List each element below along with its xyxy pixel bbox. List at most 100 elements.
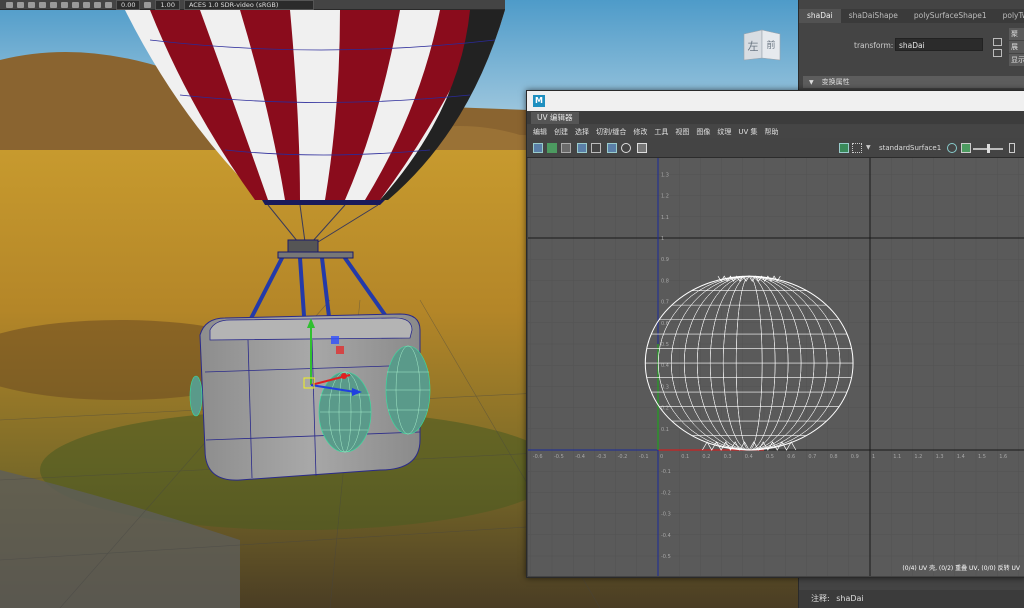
menu-edit[interactable]: 编辑 xyxy=(533,127,547,137)
v-tick-label: -0.1 xyxy=(661,469,671,475)
focus-button[interactable]: 聚 xyxy=(1009,28,1024,40)
u-tick-label: 1.2 xyxy=(914,454,922,460)
menu-image[interactable]: 图像 xyxy=(696,127,710,137)
show-button[interactable]: 显示 xyxy=(1009,54,1024,66)
collapse-arrow-icon: ▼ xyxy=(809,79,814,86)
sphere-icon[interactable] xyxy=(947,143,957,153)
v-tick-label: -0.5 xyxy=(661,554,671,560)
u-tick-label: 0.1 xyxy=(681,454,689,460)
light-icon[interactable] xyxy=(61,1,68,8)
transform-label: transform: xyxy=(854,41,894,50)
notes-label: 注释: xyxy=(811,594,830,603)
menu-modify[interactable]: 修改 xyxy=(633,127,647,137)
attribute-tabs: shaDai shaDaiShape polySurfaceShape1 pol… xyxy=(799,9,1024,23)
xray-icon[interactable] xyxy=(94,1,101,8)
v-tick-label: 1.1 xyxy=(661,215,669,221)
exposure-icon[interactable] xyxy=(105,1,112,8)
presets-icon[interactable] xyxy=(993,49,1002,57)
dropdown-arrow-icon[interactable]: ▼ xyxy=(866,144,871,151)
v-tick-label: -0.2 xyxy=(661,490,671,496)
uv-menubar: 编辑 创建 选择 切割/缝合 修改 工具 视图 图像 纹理 UV 集 帮助 xyxy=(527,125,1024,138)
u-tick-label: 0 xyxy=(660,454,663,460)
view-cube-left[interactable]: 左 xyxy=(748,40,759,53)
notes-bar: 注释: shaDai xyxy=(799,590,1024,608)
v-tick-label: -0.4 xyxy=(661,533,671,539)
border-icon[interactable] xyxy=(591,143,601,153)
presets-button[interactable]: 展 xyxy=(1009,41,1024,53)
shadow-icon[interactable] xyxy=(72,1,79,8)
texture-swatch-icon[interactable] xyxy=(961,143,971,153)
checker-icon[interactable] xyxy=(561,143,571,153)
u-tick-label: 0.9 xyxy=(851,454,859,460)
u-tick-label: 1.5 xyxy=(978,454,986,460)
bar-chart-icon[interactable] xyxy=(547,143,557,153)
u-tick-label: -0.6 xyxy=(533,454,543,460)
u-tick-label: 1.3 xyxy=(936,454,944,460)
menu-view[interactable]: 视图 xyxy=(675,127,689,137)
view-cube-front[interactable]: 前 xyxy=(766,39,775,51)
u-tick-label: 1.6 xyxy=(999,454,1007,460)
tab-polysurfaceshape1[interactable]: polySurfaceShape1 xyxy=(906,9,995,23)
exposure-field[interactable]: 0.00 xyxy=(116,0,141,10)
v-tick-label: 1.3 xyxy=(661,172,669,178)
snapshot-icon[interactable] xyxy=(637,143,647,153)
u-tick-label: -0.2 xyxy=(618,454,628,460)
grid-toggle-icon[interactable] xyxy=(533,143,543,153)
u-tick-label: -0.4 xyxy=(575,454,585,460)
gamma-icon[interactable] xyxy=(144,1,152,8)
v-tick-label: 0.9 xyxy=(661,257,669,263)
uv-grid: -0.6 -0.5 -0.4 -0.3 -0.2 -0.1 0 0.1 0.2 0.3 0.4 0.5… xyxy=(528,158,1024,576)
menu-select[interactable]: 选择 xyxy=(575,127,589,137)
isolate-icon[interactable] xyxy=(83,1,90,8)
checker-pattern-icon[interactable] xyxy=(852,143,862,153)
viewport-toolbar: 0.00 1.00 ACES 1.0 SDR-video (sRGB) xyxy=(0,0,505,10)
u-tick-label: 0.7 xyxy=(808,454,816,460)
shaded-icon[interactable] xyxy=(39,1,46,8)
gamma-field[interactable]: 1.00 xyxy=(155,0,180,10)
section-title: 变换属性 xyxy=(821,78,850,86)
menu-help[interactable]: 帮助 xyxy=(765,127,779,137)
v-tick-label: 0.6 xyxy=(661,321,669,327)
sun-icon[interactable] xyxy=(621,143,631,153)
u-tick-label: 1 xyxy=(872,454,875,460)
image-display-icon[interactable] xyxy=(839,143,849,153)
tab-polytweak[interactable]: polyTwe xyxy=(995,9,1024,23)
u-tick-label: 0.6 xyxy=(787,454,795,460)
brightness-slider-handle[interactable] xyxy=(987,144,990,153)
transform-name-field[interactable]: shaDai xyxy=(895,38,983,51)
menu-cut-sew[interactable]: 切割/缝合 xyxy=(596,127,626,137)
color-space-dropdown[interactable]: ACES 1.0 SDR-video (sRGB) xyxy=(183,0,314,10)
view-cube[interactable]: 左 前 xyxy=(742,28,782,62)
shaded-uv-icon[interactable] xyxy=(577,143,587,153)
tab-shadai-shape[interactable]: shaDaiShape xyxy=(841,9,906,23)
v-tick-label: 0.7 xyxy=(661,300,669,306)
u-tick-label: -0.1 xyxy=(639,454,649,460)
menu-texture[interactable]: 纹理 xyxy=(717,127,731,137)
tab-shadai[interactable]: shaDai xyxy=(799,9,841,23)
u-tick-label: 0.8 xyxy=(830,454,838,460)
v-tick-label: 1 xyxy=(661,236,664,242)
texture-icon[interactable] xyxy=(50,1,57,8)
notes-value: shaDai xyxy=(836,594,864,603)
shader-name[interactable]: standardSurface1 xyxy=(879,144,941,152)
transform-attributes-section[interactable]: ▼ 变换属性 xyxy=(803,76,1024,88)
menu-create[interactable]: 创建 xyxy=(554,127,568,137)
menu-tools[interactable]: 工具 xyxy=(654,127,668,137)
u-tick-label: 0.4 xyxy=(745,454,753,460)
u-tick-label: -0.5 xyxy=(554,454,564,460)
transform-row: transform: shaDai xyxy=(799,36,1024,57)
distortion-icon[interactable] xyxy=(607,143,617,153)
menu-uv-sets[interactable]: UV 集 xyxy=(738,127,757,137)
panel-toggle-icon[interactable] xyxy=(1009,143,1015,153)
uv-titlebar[interactable]: M xyxy=(527,91,1024,111)
uv-canvas[interactable]: -0.6 -0.5 -0.4 -0.3 -0.2 -0.1 0 0.1 0.2 0.3 0.4 0.5… xyxy=(528,158,1024,576)
uv-editor-window: M UV 编辑器 编辑 创建 选择 切割/缝合 修改 工具 视图 图像 纹理 U… xyxy=(526,90,1024,578)
wireframe-icon[interactable] xyxy=(28,1,35,8)
focus-icon[interactable] xyxy=(993,38,1002,46)
u-tick-label: 1.1 xyxy=(893,454,901,460)
uv-editor-tab[interactable]: UV 编辑器 xyxy=(531,112,579,124)
camera-icon[interactable] xyxy=(17,1,24,8)
v-tick-label: -0.3 xyxy=(661,512,671,518)
v-tick-label: 0.4 xyxy=(661,363,669,369)
grid-icon[interactable] xyxy=(6,1,13,8)
